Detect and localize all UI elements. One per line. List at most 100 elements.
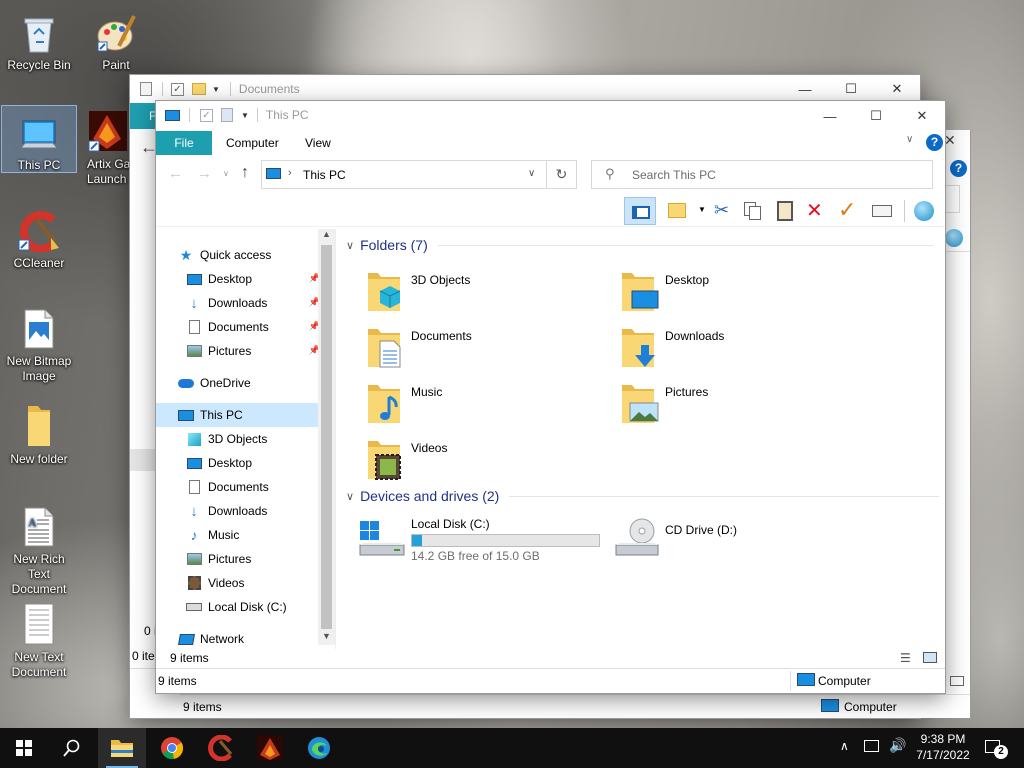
- search-box[interactable]: ⚲ Search This PC: [591, 160, 933, 189]
- large-icons-view-icon[interactable]: [923, 652, 937, 663]
- preview-pane-button[interactable]: [624, 197, 656, 225]
- toolbar-dropdown-icon[interactable]: ▼: [698, 205, 706, 214]
- group-header-devices[interactable]: ∨ Devices and drives (2): [346, 488, 940, 504]
- forward-button[interactable]: →: [197, 165, 212, 182]
- checkbox-icon[interactable]: ✓: [200, 108, 213, 122]
- globe-icon[interactable]: [914, 201, 934, 221]
- folder-tile-3d-objects[interactable]: 3D Objects: [366, 269, 586, 313]
- desktop-icon-artix-launcher[interactable]: Artix Ga Launch: [78, 105, 130, 187]
- desktop-icon-new-text[interactable]: New Text Document: [1, 598, 77, 684]
- breadcrumb-separator-icon[interactable]: ›: [288, 167, 292, 179]
- close-button[interactable]: ✕: [899, 101, 945, 131]
- copy-icon[interactable]: [744, 202, 762, 220]
- nav-pictures[interactable]: Pictures: [186, 547, 251, 571]
- minimize-button[interactable]: —: [782, 74, 828, 104]
- new-folder-icon[interactable]: [668, 203, 686, 218]
- clock[interactable]: 9:38 PM 7/17/2022: [912, 731, 974, 763]
- collapse-chevron-icon[interactable]: ∨: [346, 490, 354, 503]
- taskbar-ccleaner[interactable]: [197, 728, 245, 768]
- collapse-chevron-icon[interactable]: ∨: [346, 239, 354, 252]
- drive-tile-cd-drive[interactable]: CD Drive (D:): [612, 515, 832, 561]
- nav-documents[interactable]: Documents: [186, 475, 269, 499]
- close-icon[interactable]: ✕: [944, 132, 956, 149]
- details-view-icon[interactable]: ☰: [900, 651, 911, 665]
- folder-tile-desktop[interactable]: Desktop: [620, 269, 840, 313]
- nav-music[interactable]: ♪ Music: [186, 523, 240, 547]
- nav-scrollbar[interactable]: ▲ ▼: [318, 229, 335, 645]
- documents-titlebar[interactable]: ✓ ▼ Documents — ☐ ✕: [130, 75, 920, 103]
- desktop-icon-new-rich-text[interactable]: A New Rich Text Document: [1, 500, 77, 596]
- nav-network[interactable]: Network: [177, 627, 244, 651]
- tab-file[interactable]: File: [156, 131, 212, 155]
- action-center-button[interactable]: 2: [980, 736, 1010, 760]
- folder-tile-pictures[interactable]: Pictures: [620, 381, 840, 425]
- taskbar-artix-launcher[interactable]: [246, 728, 294, 768]
- nav-this-pc[interactable]: This PC: [156, 403, 318, 427]
- scroll-up-icon[interactable]: ▲: [322, 229, 331, 239]
- help-button[interactable]: ?: [926, 134, 943, 151]
- back-toolbar-globe-icon[interactable]: [945, 229, 963, 247]
- desktop-icon-recycle-bin[interactable]: Recycle Bin: [1, 6, 77, 76]
- nav-quick-access[interactable]: ★ Quick access: [178, 243, 318, 267]
- document-icon[interactable]: [221, 108, 233, 122]
- nav-onedrive[interactable]: OneDrive: [178, 371, 318, 395]
- breadcrumb-this-pc[interactable]: This PC: [303, 168, 346, 182]
- group-header-folders[interactable]: ∨ Folders (7): [346, 237, 933, 253]
- folder-tile-videos[interactable]: Videos: [366, 437, 586, 481]
- rename-check-icon[interactable]: ✓: [838, 197, 856, 223]
- folder-tile-music[interactable]: Music: [366, 381, 586, 425]
- maximize-button[interactable]: ☐: [828, 74, 874, 104]
- address-dropdown-icon[interactable]: ∨: [528, 168, 535, 179]
- taskbar-chrome[interactable]: [148, 728, 196, 768]
- nav-quick-desktop[interactable]: Desktop 📌: [186, 267, 320, 291]
- back-statusbar-view-icon[interactable]: [950, 676, 964, 686]
- nav-local-disk[interactable]: Local Disk (C:): [186, 595, 287, 619]
- scroll-down-icon[interactable]: ▼: [322, 631, 331, 641]
- delete-icon[interactable]: ✕: [806, 198, 823, 223]
- tab-computer[interactable]: Computer: [226, 131, 279, 155]
- expand-ribbon-icon[interactable]: ∨: [906, 134, 913, 145]
- folder-icon[interactable]: [192, 83, 206, 95]
- quick-access-toolbar-dropdown-icon[interactable]: ▼: [212, 85, 220, 94]
- back-button[interactable]: ←: [168, 165, 183, 182]
- start-button[interactable]: [0, 728, 48, 768]
- tab-view[interactable]: View: [305, 131, 331, 155]
- minimize-button[interactable]: —: [807, 101, 853, 131]
- volume-icon[interactable]: 🔊: [889, 737, 906, 754]
- scroll-thumb[interactable]: [321, 245, 332, 629]
- help-icon[interactable]: ?: [950, 160, 967, 177]
- recent-locations-dropdown-icon[interactable]: ∨: [223, 169, 229, 178]
- desktop-icon-this-pc[interactable]: This PC: [1, 105, 77, 173]
- desktop-icon-ccleaner[interactable]: CCleaner: [1, 204, 77, 274]
- up-button[interactable]: ↑: [241, 164, 249, 182]
- nav-quick-pictures[interactable]: Pictures 📌: [186, 339, 320, 363]
- nav-videos[interactable]: Videos: [186, 571, 244, 595]
- desktop-icon-new-folder[interactable]: New folder: [1, 400, 77, 470]
- this-pc-window[interactable]: ✓ ▼ This PC — ☐ ✕ File Computer View ∨ ?…: [156, 101, 945, 693]
- refresh-button[interactable]: ↻: [547, 160, 577, 189]
- nav-desktop[interactable]: Desktop: [186, 451, 252, 475]
- cut-icon[interactable]: ✂: [714, 200, 729, 221]
- folder-tile-documents[interactable]: Documents: [366, 325, 586, 369]
- desktop-icon-paint[interactable]: Paint: [78, 6, 154, 76]
- nav-quick-downloads[interactable]: ↓ Downloads 📌: [186, 291, 320, 315]
- paste-icon[interactable]: [777, 201, 793, 221]
- folder-tile-downloads[interactable]: Downloads: [620, 325, 840, 369]
- properties-icon[interactable]: [872, 205, 892, 217]
- search-input[interactable]: Search This PC: [632, 168, 716, 182]
- address-bar[interactable]: › This PC ∨: [261, 160, 547, 189]
- drive-tile-local-disk[interactable]: Local Disk (C:) 14.2 GB free of 15.0 GB: [358, 515, 608, 565]
- taskbar-edge[interactable]: [295, 728, 343, 768]
- show-hidden-icons-icon[interactable]: ∧: [840, 739, 849, 753]
- desktop-icon-new-bitmap[interactable]: New Bitmap Image: [1, 302, 77, 388]
- taskbar-file-explorer[interactable]: [98, 728, 146, 768]
- nav-downloads[interactable]: ↓ Downloads: [186, 499, 267, 523]
- close-button[interactable]: ✕: [874, 74, 920, 104]
- quick-access-toolbar-dropdown-icon[interactable]: ▼: [241, 111, 249, 120]
- search-button[interactable]: [48, 728, 96, 768]
- nav-3d-objects[interactable]: 3D Objects: [186, 427, 267, 451]
- window-titlebar[interactable]: ✓ ▼ This PC — ☐ ✕: [156, 101, 945, 129]
- network-icon[interactable]: [864, 740, 879, 752]
- nav-quick-documents[interactable]: Documents 📌: [186, 315, 320, 339]
- checkbox-icon[interactable]: ✓: [171, 82, 184, 96]
